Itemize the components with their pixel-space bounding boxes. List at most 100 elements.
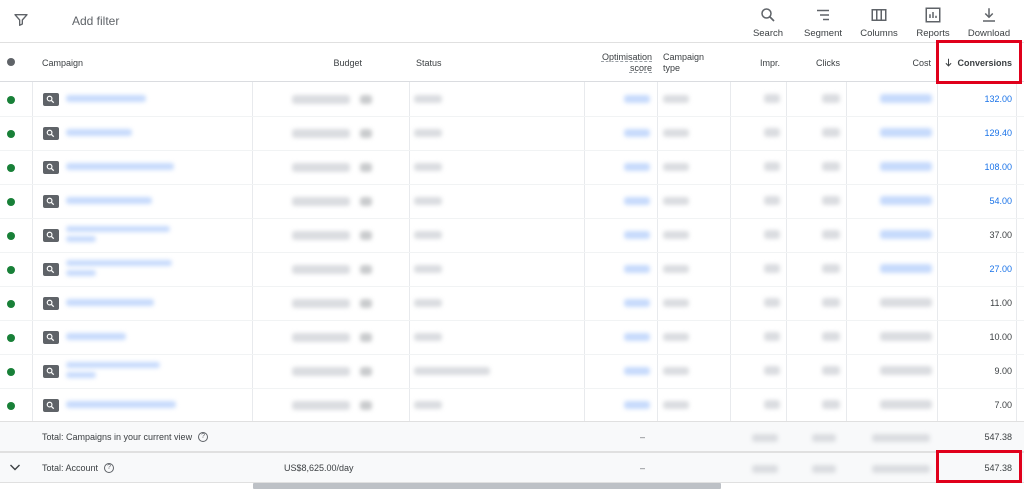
conversions-value[interactable]: 129.40	[984, 128, 1012, 138]
conversions-value: 10.00	[989, 332, 1012, 342]
total-account-label: Total: Account ?	[42, 463, 115, 473]
redacted-budget-icon	[360, 265, 372, 274]
help-icon[interactable]: ?	[198, 432, 209, 442]
table-row[interactable]: 54.00	[0, 185, 1024, 219]
redacted-campaign-type	[663, 129, 689, 137]
header-campaign[interactable]: Campaign	[42, 43, 242, 82]
redacted-impr	[764, 264, 780, 273]
redacted-impr	[764, 298, 780, 307]
table-row[interactable]: 129.40	[0, 117, 1024, 151]
table-row[interactable]: 10.00	[0, 321, 1024, 355]
status-enabled-dot[interactable]	[7, 164, 15, 172]
redacted-status	[414, 333, 442, 341]
redacted-campaign-type	[663, 333, 689, 341]
redacted-clicks	[822, 162, 840, 171]
search-campaign-icon	[43, 297, 59, 310]
redacted-campaign-type	[663, 401, 689, 409]
table-row[interactable]: 37.00	[0, 219, 1024, 253]
status-enabled-dot[interactable]	[7, 300, 15, 308]
download-button[interactable]: Download	[961, 6, 1017, 39]
redacted-impr	[764, 196, 780, 205]
redacted-status	[414, 401, 442, 409]
table-row[interactable]: 108.00	[0, 151, 1024, 185]
redacted-campaign-name	[66, 299, 154, 306]
columns-icon	[871, 9, 887, 21]
header-optimisation-score[interactable]: Optimisation score	[586, 43, 652, 82]
columns-button[interactable]: Columns	[851, 6, 907, 39]
sort-arrow-down-icon	[946, 58, 952, 67]
redacted-cost	[880, 298, 932, 307]
redacted-budget	[292, 231, 350, 240]
table-header: Campaign Budget Status Optimisation scor…	[0, 43, 1024, 82]
help-icon[interactable]: ?	[104, 463, 115, 473]
table-row[interactable]: 11.00	[0, 287, 1024, 321]
status-enabled-dot[interactable]	[7, 130, 15, 138]
status-enabled-dot[interactable]	[7, 334, 15, 342]
status-enabled-dot[interactable]	[7, 368, 15, 376]
redacted-impr	[764, 128, 780, 137]
redacted-cost	[872, 434, 930, 442]
redacted-budget	[292, 401, 350, 410]
header-status[interactable]: Status	[416, 43, 566, 82]
redacted-cost	[880, 128, 932, 137]
search-campaign-icon	[43, 195, 59, 208]
status-enabled-dot[interactable]	[7, 232, 15, 240]
redacted-clicks	[822, 332, 840, 341]
redacted-campaign-type	[663, 197, 689, 205]
conversions-value[interactable]: 132.00	[984, 94, 1012, 104]
search-campaign-icon	[43, 263, 59, 276]
status-enabled-dot[interactable]	[7, 266, 15, 274]
segment-button[interactable]: Segment	[795, 6, 851, 39]
search-button[interactable]: Search	[740, 6, 796, 39]
header-campaign-type[interactable]: Campaign type	[663, 43, 723, 82]
redacted-budget	[292, 197, 350, 206]
redacted-budget-icon	[360, 163, 372, 172]
header-impr[interactable]: Impr.	[730, 43, 780, 82]
status-enabled-dot[interactable]	[7, 96, 15, 104]
total-current-view-conversions: 547.38	[984, 432, 1012, 442]
table-row[interactable]: 27.00	[0, 253, 1024, 287]
status-enabled-dot[interactable]	[7, 402, 15, 410]
redacted-campaign-name	[66, 226, 170, 232]
search-campaign-icon	[43, 399, 59, 412]
header-budget[interactable]: Budget	[252, 43, 362, 82]
add-filter-button[interactable]: Add filter	[72, 14, 119, 28]
columns-label: Columns	[860, 28, 898, 39]
table-row[interactable]: 132.00	[0, 83, 1024, 117]
filter-icon[interactable]	[13, 12, 29, 28]
search-campaign-icon	[43, 161, 59, 174]
redacted-impr	[752, 465, 778, 473]
redacted-optimisation-score	[624, 129, 650, 137]
redacted-impr	[764, 366, 780, 375]
status-enabled-dot[interactable]	[7, 198, 15, 206]
redacted-campaign-name	[66, 129, 132, 136]
header-cost[interactable]: Cost	[846, 43, 931, 82]
conversions-value: 37.00	[989, 230, 1012, 240]
chevron-down-icon[interactable]	[9, 461, 21, 473]
redacted-campaign-type	[663, 265, 689, 273]
conversions-value[interactable]: 54.00	[989, 196, 1012, 206]
conversions-value[interactable]: 27.00	[989, 264, 1012, 274]
redacted-cost	[872, 465, 930, 473]
redacted-optimisation-score	[624, 367, 650, 375]
header-conversions[interactable]: Conversions	[937, 43, 1012, 82]
redacted-campaign-type	[663, 299, 689, 307]
redacted-budget	[292, 129, 350, 138]
reports-button[interactable]: Reports	[905, 6, 961, 39]
status-header-dot[interactable]	[7, 58, 15, 66]
redacted-campaign-name	[66, 260, 172, 266]
redacted-optimisation-score	[624, 401, 650, 409]
redacted-budget	[292, 333, 350, 342]
horizontal-scrollbar[interactable]	[253, 483, 721, 489]
redacted-optimisation-score	[624, 299, 650, 307]
redacted-optimisation-score	[624, 231, 650, 239]
table-row[interactable]: 7.00	[0, 389, 1024, 423]
segment-icon	[817, 9, 829, 21]
table-row[interactable]: 9.00	[0, 355, 1024, 389]
redacted-cost	[880, 400, 932, 409]
redacted-budget	[292, 367, 350, 376]
conversions-value[interactable]: 108.00	[984, 162, 1012, 172]
header-clicks[interactable]: Clicks	[786, 43, 840, 82]
redacted-status	[414, 231, 442, 239]
redacted-impr	[752, 434, 778, 442]
